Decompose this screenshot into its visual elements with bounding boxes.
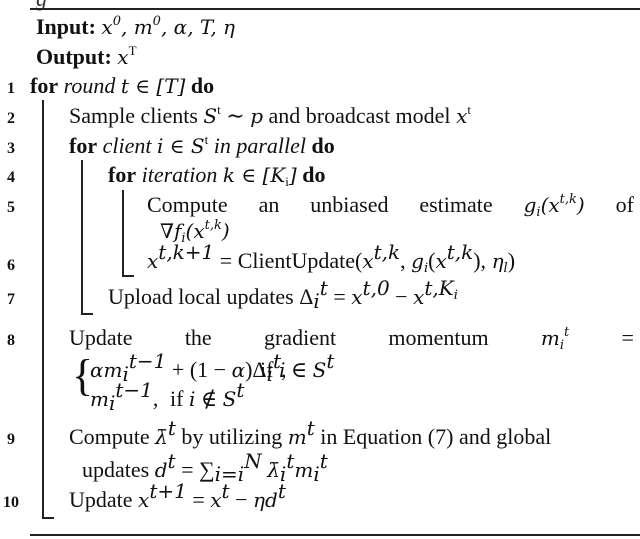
math-p: p	[250, 104, 263, 128]
iteration-loop-foot	[122, 275, 134, 277]
line-text-b: and broadcast model	[263, 103, 457, 128]
client-loop-bar	[81, 160, 83, 314]
input-vars: x0, m0, α, T, η	[101, 14, 236, 39]
delta-formula: Δit = xt,0 − xt,Ki	[299, 276, 458, 313]
bottom-rule	[30, 534, 640, 536]
math-S: S	[203, 104, 218, 128]
loop-range: i ∈ S	[156, 134, 205, 158]
word: of	[615, 192, 634, 217]
loop-label: client	[102, 133, 152, 158]
case-2: mit−1, if i ∉ St	[90, 378, 245, 415]
output-var: x	[117, 45, 129, 69]
keyword-do: do	[190, 73, 215, 98]
input-line: Input: x0, m0, α, T, η	[36, 14, 235, 40]
line-number: 9	[7, 431, 15, 448]
keyword-for: for	[69, 133, 98, 158]
line-text: Sample clients	[69, 103, 204, 128]
loop-range: t ∈ [T]	[120, 74, 186, 98]
line-number: 7	[7, 291, 15, 308]
word: gradient	[263, 325, 337, 350]
bracket-close: ]	[288, 163, 297, 187]
caption-fragment: g	[36, 0, 47, 12]
sup-t: t	[467, 102, 471, 117]
equals: =	[621, 325, 634, 350]
client-update-formula: xt,k+1 = ClientUpdate(xt,k, gi(xt,k), ηl…	[147, 240, 516, 276]
lambda-compute-text: Compute λ̄t by utilizing mt in Equation …	[69, 416, 552, 449]
input-label: Input:	[36, 14, 96, 39]
line-number: 6	[7, 257, 15, 274]
keyword-do: do	[302, 162, 326, 187]
top-rule	[30, 8, 640, 10]
word: momentum	[388, 325, 489, 350]
sup-t: t	[204, 132, 209, 147]
word: Compute	[147, 192, 228, 217]
loop-range: k ∈ [K	[222, 163, 286, 187]
sim-symbol: ∼	[220, 103, 251, 128]
output-sup: T	[128, 43, 137, 58]
line-number: 2	[7, 110, 15, 127]
line-number: 4	[7, 169, 15, 186]
iteration-loop-bar	[122, 190, 124, 276]
case-1-condition: if i ∈ St	[260, 349, 335, 382]
output-label: Output:	[36, 44, 112, 69]
loop-label: round	[63, 73, 116, 98]
math-gi-x: gi(xt,k)	[523, 192, 585, 220]
output-line: Output: xT	[36, 44, 137, 70]
line-number: 10	[3, 494, 19, 511]
round-loop-foot	[42, 517, 54, 519]
loop-label: iteration	[141, 162, 218, 187]
case-2-condition: if i ∉ St	[170, 378, 245, 411]
loop-modifier: in parallel	[213, 133, 306, 158]
word: Update	[69, 325, 133, 350]
keyword-for: for	[108, 162, 137, 187]
word: an	[258, 192, 280, 217]
line-number: 8	[7, 332, 15, 349]
line-number: 1	[7, 80, 15, 97]
line-number: 3	[7, 140, 15, 157]
algo-line-9-cont: updates dt = ∑i=iN λ̄itmit	[82, 449, 328, 486]
keyword-do: do	[311, 133, 335, 158]
word: the	[184, 325, 212, 350]
math-m-i-t: mit	[540, 325, 570, 353]
line-number: 5	[7, 199, 15, 216]
math-x: x	[456, 104, 468, 128]
keyword-for: for	[30, 73, 59, 98]
word: unbiased	[310, 192, 389, 217]
round-loop-bar	[42, 100, 44, 518]
update-formula: Update xt+1 = xt − ηdt	[69, 479, 286, 512]
client-loop-foot	[81, 313, 93, 315]
line-text: Upload local updates	[108, 284, 300, 309]
word: estimate	[419, 192, 493, 217]
